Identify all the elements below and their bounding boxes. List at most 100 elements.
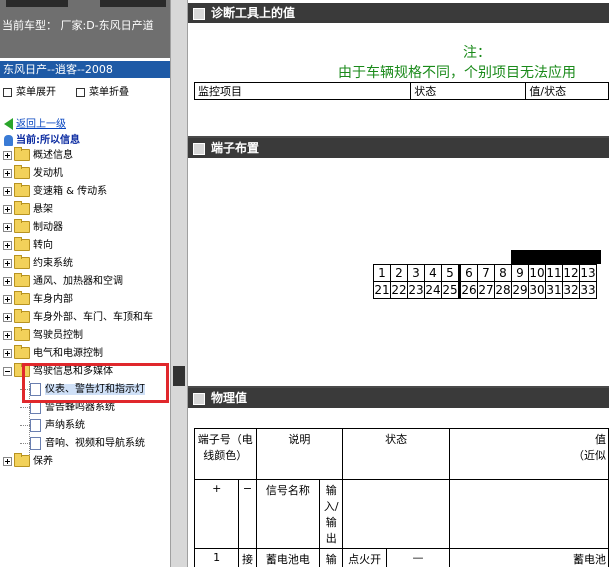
terminal-cell: 31 bbox=[545, 281, 563, 299]
terminal-cell: 6 bbox=[458, 264, 478, 282]
location-icon bbox=[4, 134, 13, 146]
back-link[interactable]: 返回上一级 bbox=[4, 115, 66, 130]
tree-item-label: 发动机 bbox=[33, 168, 63, 179]
terminal-cell: 24 bbox=[424, 281, 442, 299]
cell-state: 点火开 bbox=[342, 548, 388, 567]
expand-plus-icon[interactable] bbox=[3, 456, 12, 466]
navigation-panel: 东风日产--逍客--2008 菜单展开 菜单折叠 返回上一级 当前:所以信息 概… bbox=[0, 58, 178, 567]
header-io: 输入/输出 bbox=[319, 479, 344, 549]
header-minus: − bbox=[238, 479, 257, 549]
tree-item-engine[interactable]: 发动机 bbox=[3, 165, 63, 182]
tree-item-suspension[interactable]: 悬架 bbox=[3, 201, 53, 218]
tree-child-sonar[interactable]: 声纳系统 bbox=[20, 418, 85, 434]
header-signal-name: 信号名称 bbox=[255, 479, 321, 549]
tree-item-label: 通风、加热器和空调 bbox=[33, 276, 123, 287]
folder-icon bbox=[14, 453, 30, 467]
terminal-cell: 8 bbox=[494, 264, 512, 282]
note-text: 由于车辆规格不同，个别项目无法应用 bbox=[338, 65, 576, 81]
folder-icon bbox=[14, 201, 30, 215]
expand-plus-icon[interactable] bbox=[3, 330, 12, 340]
header-value-status: 值/状态 bbox=[525, 82, 609, 100]
expand-menu-button[interactable]: 菜单展开 bbox=[3, 83, 56, 98]
expand-plus-icon[interactable] bbox=[3, 258, 12, 268]
cell-signal: 蓄电池电 bbox=[255, 548, 321, 567]
folder-icon bbox=[14, 273, 30, 287]
expand-plus-icon[interactable] bbox=[3, 168, 12, 178]
terminal-cell: 21 bbox=[373, 281, 391, 299]
collapse-menu-button[interactable]: 菜单折叠 bbox=[76, 83, 129, 98]
terminal-cell: 32 bbox=[562, 281, 580, 299]
terminal-cell: 2 bbox=[390, 264, 408, 282]
collapse-icon bbox=[76, 87, 85, 97]
tree-child-audio[interactable]: 音响、视频和导航系统 bbox=[20, 436, 145, 452]
terminal-cell: 29 bbox=[511, 281, 529, 299]
terminal-row-top: 1 2 3 4 5 6 7 8 9 10 11 12 13 bbox=[373, 264, 597, 282]
content-panel: 诊断工具上的值 注： 由于车辆规格不同，个别项目无法应用 监控项目 状态 值/状… bbox=[188, 0, 609, 567]
terminal-cell: 23 bbox=[407, 281, 425, 299]
expand-plus-icon[interactable] bbox=[3, 348, 12, 358]
tree-item-restraint[interactable]: 约束系统 bbox=[3, 255, 73, 272]
tree-item-label: 驾驶员控制 bbox=[33, 330, 83, 341]
collapse-minus-icon[interactable] bbox=[3, 366, 12, 376]
tree-item-label: 概述信息 bbox=[33, 150, 73, 161]
expand-plus-icon[interactable] bbox=[3, 294, 12, 304]
toolbar-button-left[interactable] bbox=[6, 0, 68, 7]
tree-item-interior[interactable]: 车身内部 bbox=[3, 291, 73, 308]
physical-values-table: 端子号（电线颜色） 说明 状态 值 （近似 + − 信号名称 输入/输出 1 接 … bbox=[193, 428, 609, 567]
cell-terminal: 1 bbox=[193, 548, 240, 567]
folder-icon bbox=[14, 165, 30, 179]
current-location: 当前:所以信息 bbox=[4, 131, 80, 146]
tree-item-brakes[interactable]: 制动器 bbox=[3, 219, 63, 236]
tree-item-label: 制动器 bbox=[33, 222, 63, 233]
tree-item-overview[interactable]: 概述信息 bbox=[3, 147, 73, 164]
expand-plus-icon[interactable] bbox=[3, 276, 12, 286]
vehicle-title: 东风日产--逍客--2008 bbox=[0, 61, 171, 78]
expand-plus-icon[interactable] bbox=[3, 312, 12, 322]
terminal-cell: 3 bbox=[407, 264, 425, 282]
tree-item-label: 车身内部 bbox=[33, 294, 73, 305]
collapse-menu-label: 菜单折叠 bbox=[89, 87, 129, 98]
splitter-grip-icon[interactable] bbox=[173, 366, 185, 386]
toolbar-button-right[interactable] bbox=[100, 0, 166, 7]
terminal-cell: 11 bbox=[545, 264, 563, 282]
header-value-empty bbox=[448, 479, 609, 549]
tree-item-driver-controls[interactable]: 驾驶员控制 bbox=[3, 327, 83, 344]
section-title: 诊断工具上的值 bbox=[211, 6, 296, 20]
section-header-terminal-layout: 端子布置 bbox=[188, 138, 609, 158]
section-bullet-icon bbox=[193, 7, 205, 20]
header-description: 说明 bbox=[255, 428, 344, 480]
terminal-row-bottom: 21 22 23 24 25 26 27 28 29 30 31 32 33 bbox=[373, 281, 597, 299]
expand-plus-icon[interactable] bbox=[3, 222, 12, 232]
terminal-cell: 26 bbox=[458, 281, 478, 299]
tree-item-transmission[interactable]: 变速箱 & 传动系 bbox=[3, 183, 107, 200]
terminal-cell: 25 bbox=[441, 281, 460, 299]
folder-icon bbox=[14, 219, 30, 233]
folder-icon bbox=[14, 345, 30, 359]
folder-icon bbox=[14, 255, 30, 269]
tree-item-maintenance[interactable]: 保养 bbox=[3, 453, 53, 470]
folder-icon bbox=[14, 291, 30, 305]
back-link-label: 返回上一级 bbox=[16, 119, 66, 130]
expand-plus-icon[interactable] bbox=[3, 150, 12, 160]
monitor-table: 监控项目 状态 值/状态 bbox=[193, 82, 609, 100]
terminal-cell: 4 bbox=[424, 264, 442, 282]
tree-item-steering[interactable]: 转向 bbox=[3, 237, 53, 254]
header-state-empty bbox=[342, 479, 450, 549]
terminal-cell: 27 bbox=[477, 281, 495, 299]
header-monitor-item: 监控项目 bbox=[193, 82, 412, 100]
expand-plus-icon[interactable] bbox=[3, 186, 12, 196]
folder-icon bbox=[14, 309, 30, 323]
terminal-cell: 9 bbox=[511, 264, 529, 282]
terminal-cell: 22 bbox=[390, 281, 408, 299]
tree-child-label: 警告蜂鸣器系统 bbox=[45, 402, 115, 413]
panel-splitter[interactable] bbox=[170, 0, 188, 567]
tree-item-exterior[interactable]: 车身外部、车门、车顶和车 bbox=[3, 309, 153, 326]
tree-item-electrical[interactable]: 电气和电源控制 bbox=[3, 345, 103, 362]
expand-plus-icon[interactable] bbox=[3, 204, 12, 214]
vehicle-label-value: 厂家:D-东风日产道 bbox=[60, 19, 154, 32]
tree-child-label: 音响、视频和导航系统 bbox=[45, 438, 145, 449]
tree-item-hvac[interactable]: 通风、加热器和空调 bbox=[3, 273, 123, 290]
expand-plus-icon[interactable] bbox=[3, 240, 12, 250]
terminal-cell: 7 bbox=[477, 264, 495, 282]
cell-minus: 接 bbox=[238, 548, 257, 567]
